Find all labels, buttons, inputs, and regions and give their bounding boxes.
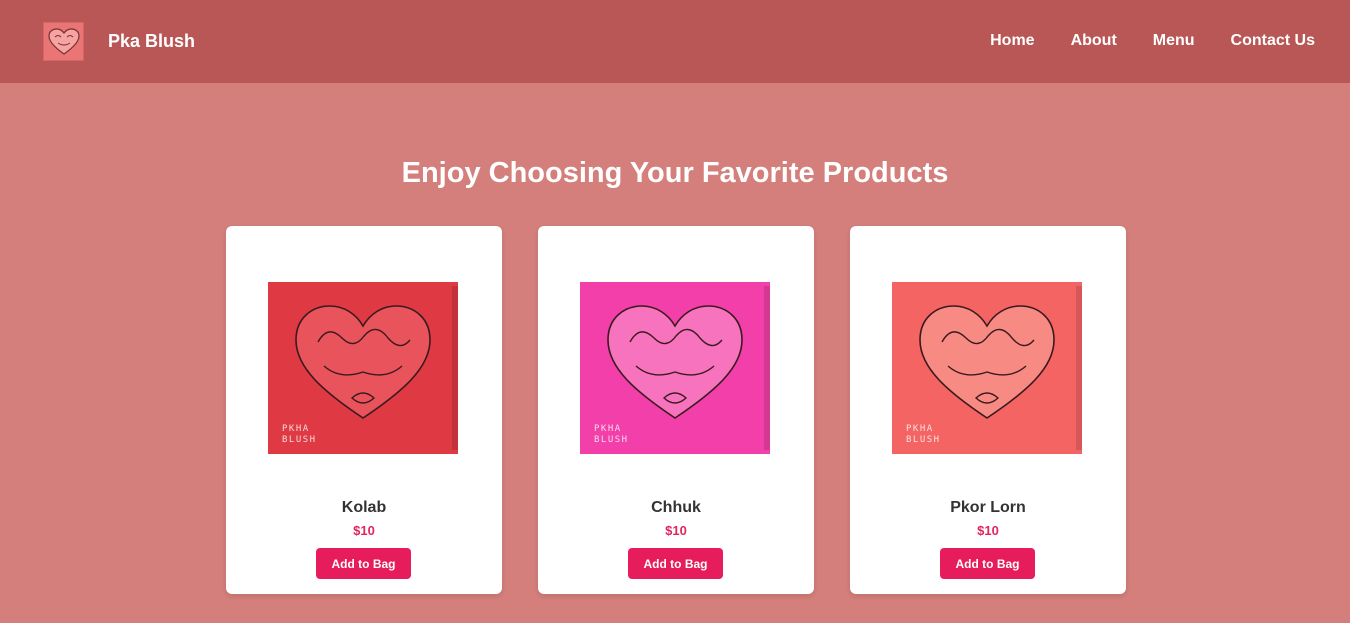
product-price: $10 xyxy=(665,523,687,538)
product-grid: PKHA BLUSH Kolab $10 Add to Bag PKHA BLUSH… xyxy=(226,226,1126,594)
product-name: Kolab xyxy=(341,499,387,516)
product-name: Pkor Lorn xyxy=(950,499,1026,516)
page-heading: Enjoy Choosing Your Favorite Products xyxy=(401,157,949,189)
nav-contact-us-link[interactable]: Contact Us xyxy=(1231,30,1315,52)
box-print-text: BLUSH xyxy=(282,435,317,445)
product-price: $10 xyxy=(353,523,375,538)
nav-about-link[interactable]: About xyxy=(1071,30,1117,52)
blush-box-illustration: PKHABLUSH xyxy=(892,282,1082,454)
product-card-pkor-lorn: PKHA BLUSH Pkor Lorn $10 Add to Bag xyxy=(850,226,1126,594)
nav-menu-link[interactable]: Menu xyxy=(1153,30,1195,52)
box-side-edge xyxy=(764,286,770,450)
blush-box-illustration: PKHABLUSH xyxy=(268,282,458,454)
add-to-bag-button[interactable]: Add to Bag xyxy=(628,548,723,579)
blush-heart-logo-icon[interactable] xyxy=(43,22,84,61)
product-image[interactable]: PKHA BLUSH xyxy=(266,280,460,457)
product-card-kolab: PKHA BLUSH Kolab $10 Add to Bag xyxy=(226,226,502,594)
box-print-text: BLUSH xyxy=(594,435,629,445)
box-print-text: PKHA xyxy=(906,424,934,434)
box-print-text: PKHA xyxy=(594,424,622,434)
product-image[interactable]: PKHA BLUSH xyxy=(890,280,1084,457)
navbar: Pka Blush Home About Menu Contact Us xyxy=(0,0,1350,83)
product-image[interactable]: PKHA BLUSH xyxy=(578,280,772,457)
product-card-chhuk: PKHA BLUSH Chhuk $10 Add to Bag xyxy=(538,226,814,594)
add-to-bag-button[interactable]: Add to Bag xyxy=(940,548,1035,579)
brand-name[interactable]: Pka Blush xyxy=(108,30,195,52)
product-price: $10 xyxy=(977,523,999,538)
box-side-edge xyxy=(452,286,458,450)
nav-menu: Home About Menu Contact Us xyxy=(990,30,1315,52)
nav-home-link[interactable]: Home xyxy=(990,30,1034,52)
box-print-text: BLUSH xyxy=(906,435,941,445)
blush-box-illustration: PKHABLUSH xyxy=(580,282,770,454)
box-print-text: PKHA xyxy=(282,424,310,434)
box-side-edge xyxy=(1076,286,1082,450)
add-to-bag-button[interactable]: Add to Bag xyxy=(316,548,411,579)
product-name: Chhuk xyxy=(651,499,701,516)
